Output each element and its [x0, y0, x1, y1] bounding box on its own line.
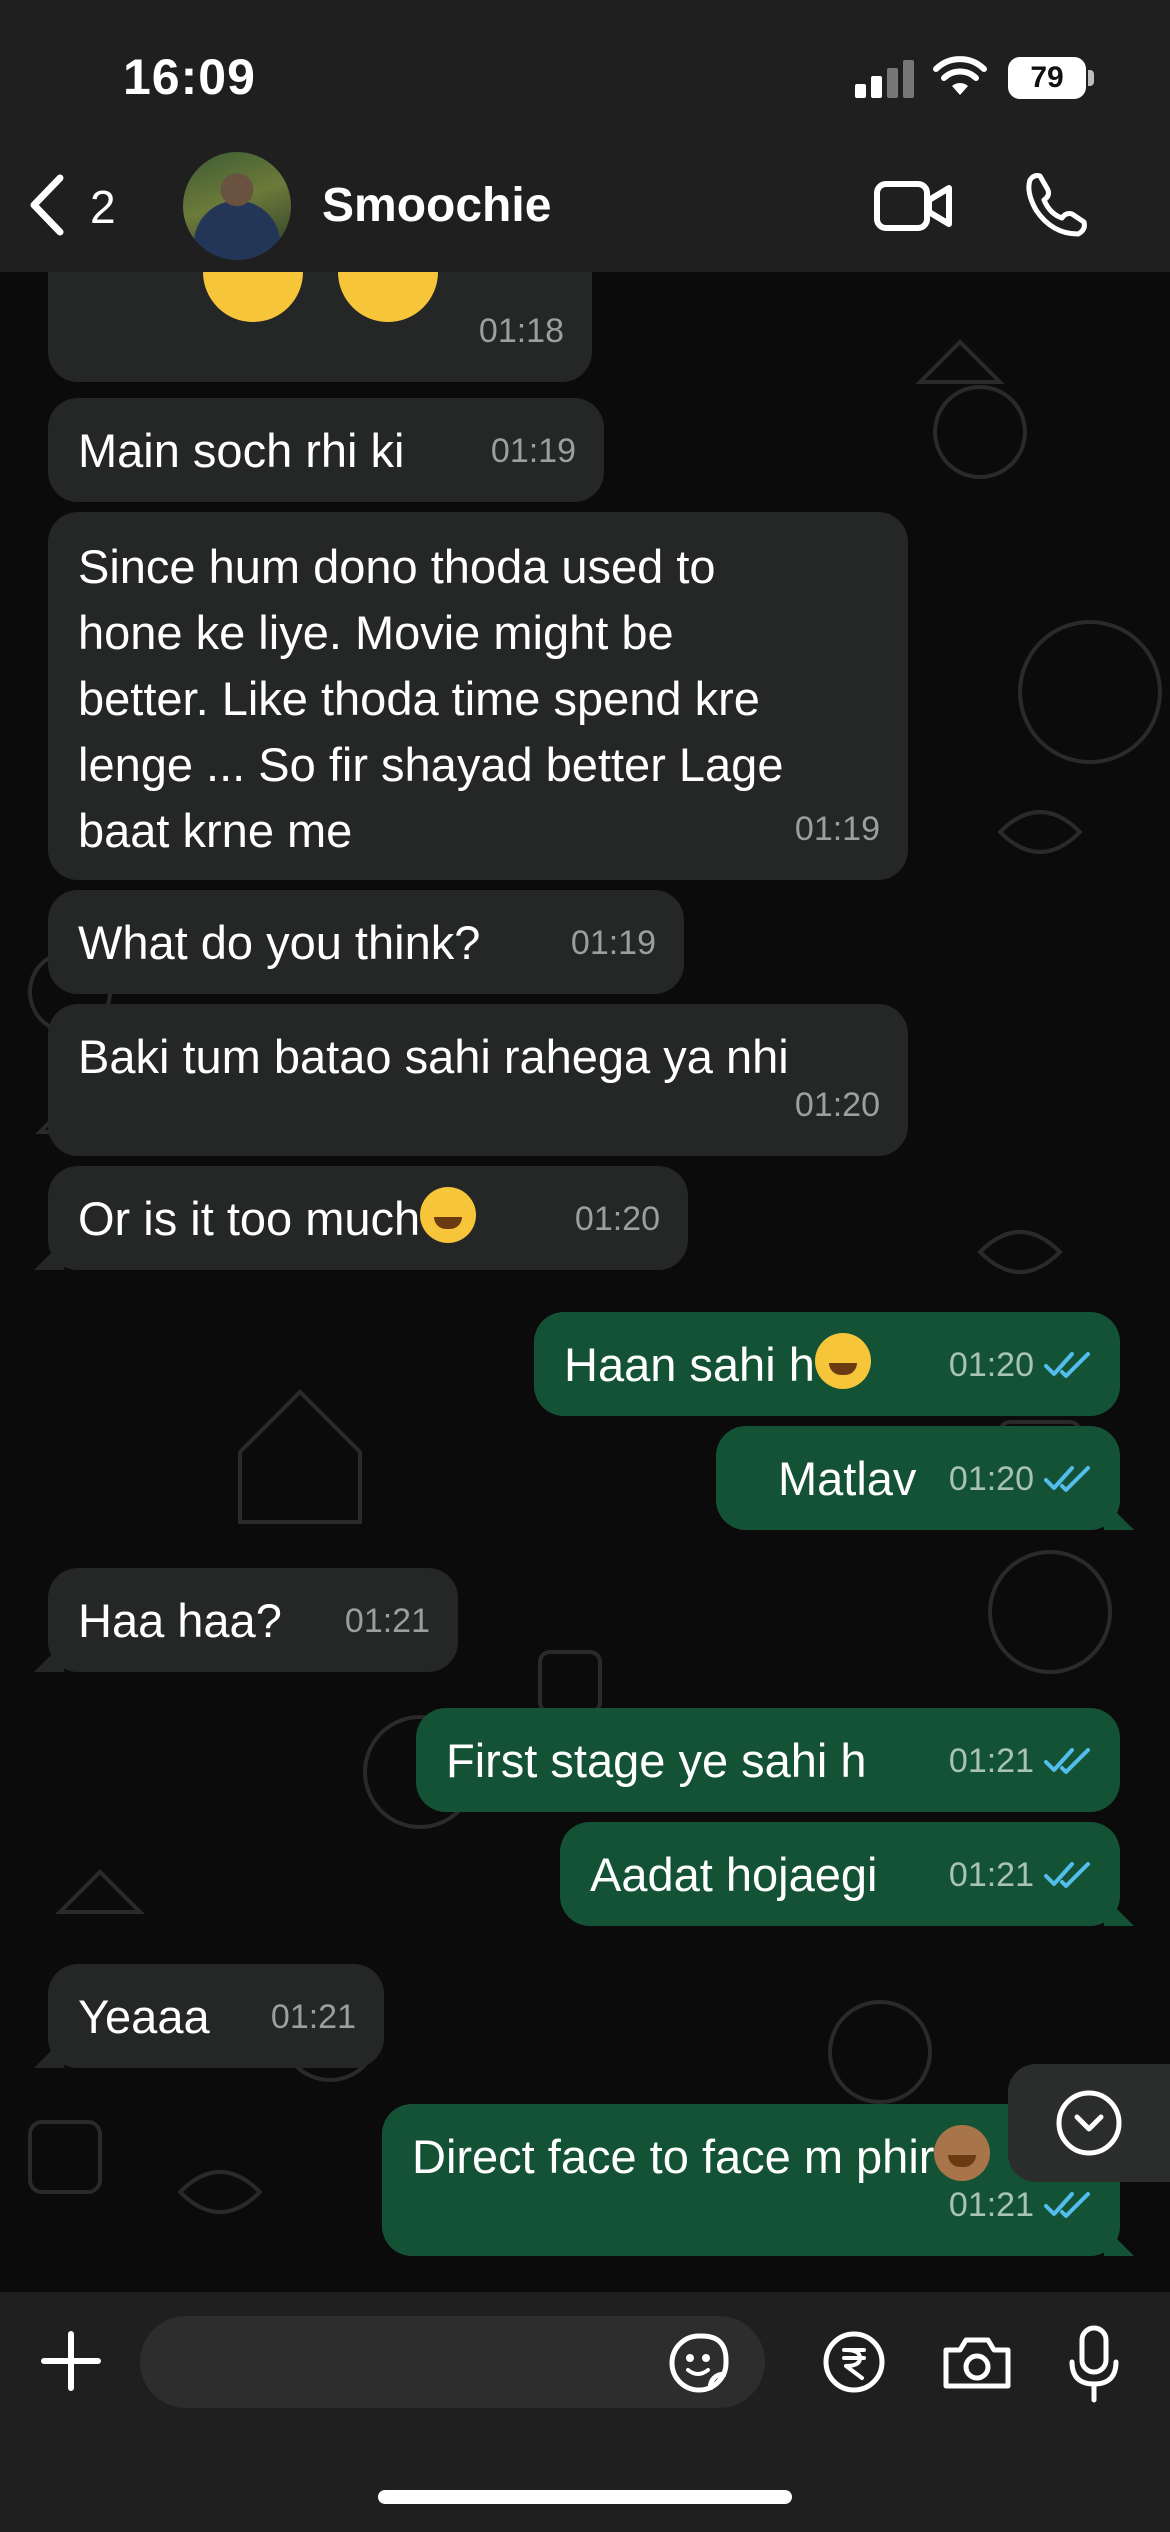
message-time: 01:21 — [344, 1602, 430, 1640]
message-meta: 01:19 — [571, 910, 656, 976]
chevron-down-icon — [1056, 2090, 1122, 2156]
contact-name[interactable]: Smoochie — [322, 178, 551, 233]
message-time: 01:18 — [478, 312, 564, 350]
message-text: What do you think? — [78, 916, 481, 969]
plus-icon[interactable] — [38, 2328, 104, 2394]
message-text: Since hum dono thoda used to hone ke liy… — [78, 540, 784, 857]
message-meta: 01:21 — [949, 1842, 1092, 1908]
message-meta: 01:21 — [345, 1588, 430, 1654]
double-check-icon — [1044, 1862, 1090, 1888]
message-text: Baki tum batao sahi rahega ya nhi — [78, 1030, 789, 1083]
camera-icon[interactable] — [940, 2334, 1014, 2392]
home-indicator[interactable] — [378, 2490, 792, 2504]
message-text: Or is it too much — [78, 1186, 658, 1252]
battery-tip — [1088, 70, 1094, 86]
message-meta: 01:21 — [949, 1728, 1092, 1794]
top-bar: 16:09 79 2 Smoochie — [0, 0, 1170, 272]
message-bubble[interactable]: Haa haa? 01:21 — [34, 1568, 458, 1672]
message-bubble[interactable]: Main soch rhi ki 01:19 — [48, 398, 604, 502]
message-bubble[interactable]: Baki tum batao sahi rahega ya nhi 01:20 — [48, 1004, 908, 1156]
message-text-content: Direct face to face m phir — [412, 2130, 935, 2183]
wifi-icon — [933, 56, 987, 95]
chevron-left-icon[interactable] — [22, 170, 77, 240]
message-text-content: Haan sahi h — [564, 1338, 815, 1391]
message-bubble[interactable]: Aadat hojaegi 01:21 — [560, 1822, 1134, 1926]
double-check-icon — [1044, 1352, 1090, 1378]
battery-icon: 79 — [1008, 57, 1086, 99]
microphone-icon[interactable] — [1066, 2324, 1122, 2404]
message-time: 01:20 — [948, 1346, 1034, 1384]
message-time: 01:21 — [270, 1998, 356, 2036]
message-meta: 01:18 — [479, 298, 564, 364]
unread-count[interactable]: 2 — [90, 180, 116, 234]
video-camera-icon[interactable] — [873, 176, 953, 236]
avatar[interactable] — [183, 152, 291, 260]
message-time: 01:20 — [574, 1200, 660, 1238]
double-check-icon — [1044, 1748, 1090, 1774]
message-bubble[interactable]: 01:18 — [48, 272, 592, 382]
message-text-content: Or is it too much — [78, 1192, 421, 1245]
double-check-icon — [1044, 1466, 1090, 1492]
message-bubble[interactable]: What do you think? 01:19 — [48, 890, 684, 994]
message-bubble[interactable]: Or is it too much 01:20 — [34, 1166, 688, 1270]
sticker-icon[interactable] — [668, 2332, 730, 2394]
message-bubble[interactable]: Haan sahi h 01:20 — [534, 1312, 1120, 1416]
message-meta: 01:20 — [575, 1186, 660, 1252]
message-bubble[interactable]: First stage ye sahi h 01:21 — [416, 1708, 1120, 1812]
message-time: 01:20 — [794, 1086, 880, 1124]
message-bubble[interactable]: Since hum dono thoda used to hone ke liy… — [48, 512, 908, 880]
status-time: 16:09 — [123, 49, 256, 105]
hand-over-mouth-emoji-icon — [814, 1333, 871, 1389]
cellular-signal-icon — [855, 58, 915, 98]
message-meta: 01:19 — [491, 418, 576, 484]
message-time: 01:20 — [948, 1460, 1034, 1498]
message-time: 01:21 — [948, 1856, 1034, 1894]
emoji-grinning-icon — [203, 272, 303, 322]
message-meta: 01:20 — [795, 1072, 880, 1138]
rolling-laughing-emoji-icon — [420, 1187, 477, 1243]
double-check-icon — [1044, 2192, 1090, 2218]
message-meta: 01:19 — [795, 796, 880, 862]
scroll-to-bottom-button[interactable] — [1008, 2064, 1170, 2182]
rupee-icon[interactable] — [822, 2330, 886, 2394]
message-time: 01:19 — [794, 810, 880, 848]
message-bubble[interactable]: Matlav 01:20 — [716, 1426, 1134, 1530]
message-meta: 01:20 — [949, 1332, 1092, 1398]
message-bubble[interactable]: Yeaaa 01:21 — [34, 1964, 384, 2068]
message-time: 01:21 — [948, 2186, 1034, 2224]
emoji-tongue-icon — [338, 272, 438, 322]
message-meta: 01:21 — [271, 1984, 356, 2050]
message-time: 01:19 — [570, 924, 656, 962]
message-time: 01:19 — [490, 432, 576, 470]
phone-icon[interactable] — [1022, 170, 1090, 238]
message-meta: 01:20 — [949, 1446, 1092, 1512]
chat-area[interactable]: 01:18 Main soch rhi ki 01:19 Since hum d… — [0, 272, 1170, 2292]
battery-level: 79 — [1030, 61, 1064, 94]
message-time: 01:21 — [948, 1742, 1034, 1780]
